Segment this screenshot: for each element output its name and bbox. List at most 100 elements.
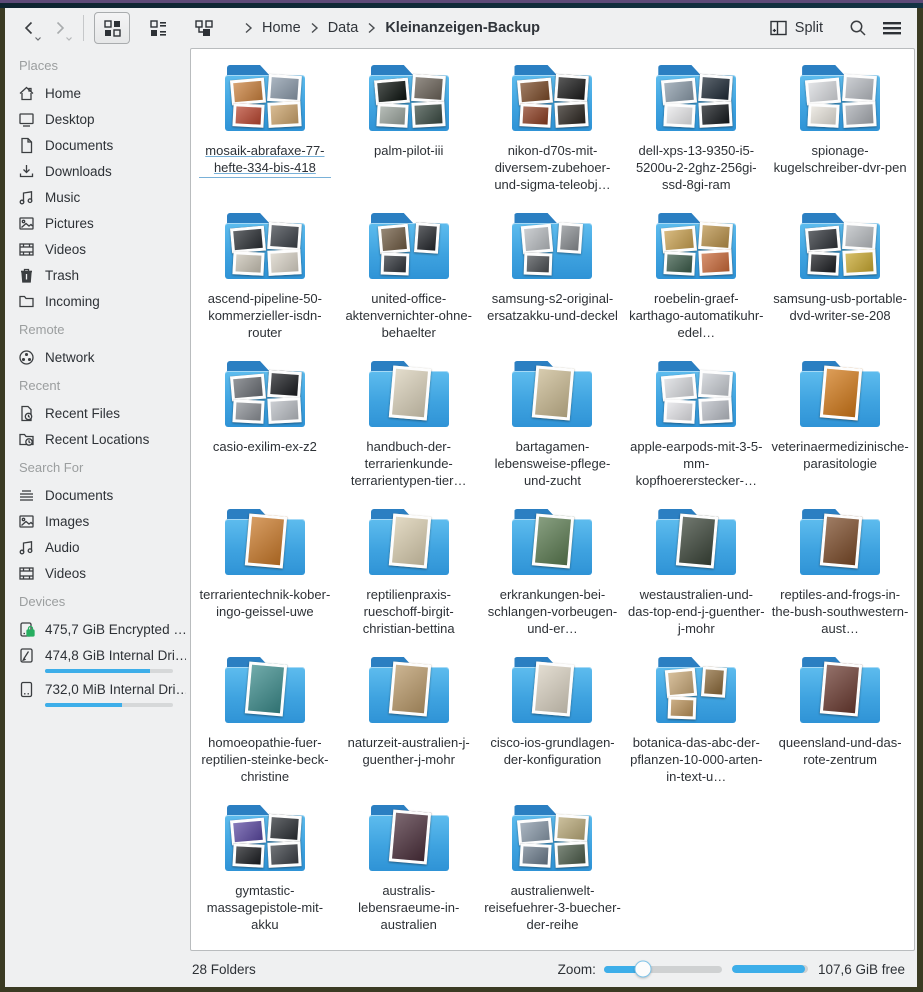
- sidebar-item-474-8-gib-internal-dri[interactable]: 474,8 GiB Internal Dri…: [17, 642, 186, 668]
- folder-item-gymtastic-massagepistole-mit-akku[interactable]: gymtastic-massagepistole-mit-akku: [193, 801, 337, 949]
- folder-item-cisco-ios-grundlagen-der-konfiguration[interactable]: cisco-ios-grundlagen-der-konfiguration: [481, 653, 625, 801]
- zoom-slider[interactable]: [604, 966, 722, 973]
- folder-preview-thumbnail: [267, 814, 302, 843]
- folder-item-spionage-kugelschreiber-dvr-pen[interactable]: spionage-kugelschreiber-dvr-pen: [768, 61, 912, 209]
- folder-icon: [508, 801, 596, 879]
- folder-icon: [652, 61, 740, 139]
- sidebar-item-pictures[interactable]: Pictures: [17, 210, 186, 236]
- sidebar-item-documents[interactable]: Documents: [17, 132, 186, 158]
- folder-item-queensland-und-das-rote-zentrum[interactable]: queensland-und-das-rote-zentrum: [768, 653, 912, 801]
- sidebar-item-732-0-mib-internal-dri[interactable]: 732,0 MiB Internal Dri…: [17, 676, 186, 702]
- folder-item-palm-pilot-iii[interactable]: palm-pilot-iii: [337, 61, 481, 209]
- folder-item-bartagamen-lebensweise-pflege-und-zucht[interactable]: bartagamen-lebensweise-pflege-und-zucht: [481, 357, 625, 505]
- folder-item-casio-exilim-ex-z2[interactable]: casio-exilim-ex-z2: [193, 357, 337, 505]
- folder-icon: [652, 653, 740, 731]
- folder-item-ascend-pipeline-50-kommerzieller-isdn-router[interactable]: ascend-pipeline-50-kommerzieller-isdn-ro…: [193, 209, 337, 357]
- sidebar-item-475-7-gib-encrypted[interactable]: 475,7 GiB Encrypted …: [17, 616, 186, 642]
- folder-item-botanica-das-abc-der-pflanzen-10-000-arten-in-text-u[interactable]: botanica-das-abc-der-pflanzen-10-000-art…: [624, 653, 768, 801]
- breadcrumb-data[interactable]: Data: [328, 20, 359, 36]
- tree-view-button[interactable]: [186, 12, 222, 44]
- folder-preview-thumbnail: [520, 103, 552, 128]
- folder-item-samsung-usb-portable-dvd-writer-se-208[interactable]: samsung-usb-portable-dvd-writer-se-208: [768, 209, 912, 357]
- folder-item-naturzeit-australien-j-guenther-j-mohr[interactable]: naturzeit-australien-j-guenther-j-mohr: [337, 653, 481, 801]
- folder-item-nikon-d70s-mit-diversem-zubehoer-und-sigma-teleobj[interactable]: nikon-d70s-mit-diversem-zubehoer-und-sig…: [481, 61, 625, 209]
- sidebar-item-audio[interactable]: Audio: [17, 534, 186, 560]
- folder-item-veterinaermedizinische-parasitologie[interactable]: veterinaermedizinische-parasitologie: [768, 357, 912, 505]
- folder-icon: [796, 505, 884, 583]
- folder-icon: [221, 209, 309, 287]
- folder-item-dell-xps-13-9350-i5-5200u-2-2ghz-256gi-ssd-8gi-ram[interactable]: dell-xps-13-9350-i5-5200u-2-2ghz-256gi-s…: [624, 61, 768, 209]
- chevron-right-icon: [310, 22, 319, 34]
- zoom-label: Zoom:: [558, 962, 596, 977]
- sidebar-item-label: Pictures: [45, 216, 94, 231]
- folder-item-westaustralien-und-das-top-end-j-guenther-j-mohr[interactable]: westaustralien-und-das-top-end-j-guenthe…: [624, 505, 768, 653]
- split-button[interactable]: Split: [770, 20, 823, 36]
- folder-preview-thumbnail: [820, 365, 862, 420]
- folder-item-handbuch-der-terrarienkunde-terrarientypen-tier[interactable]: handbuch-der-terrarienkunde-terrarientyp…: [337, 357, 481, 505]
- details-view-button[interactable]: [140, 12, 176, 44]
- folder-preview-thumbnail: [267, 841, 301, 868]
- folder-name: botanica-das-abc-der-pflanzen-10-000-art…: [627, 734, 765, 785]
- folder-preview-thumbnail: [820, 661, 862, 716]
- sidebar-item-videos[interactable]: Videos: [17, 236, 186, 262]
- sidebar-item-label: Desktop: [45, 112, 95, 127]
- search-button[interactable]: [843, 13, 873, 43]
- folder-item-australienwelt-reisefuehrer-3-buecher-der-reihe[interactable]: australienwelt-reisefuehrer-3-buecher-de…: [481, 801, 625, 949]
- folder-preview-thumbnail: [842, 222, 877, 251]
- folder-item-mosaik-abrafaxe-77-hefte-334-bis-418[interactable]: mosaik-abrafaxe-77-hefte-334-bis-418: [193, 61, 337, 209]
- sidebar-item-incoming[interactable]: Incoming: [17, 288, 186, 314]
- sidebar-item-music[interactable]: Music: [17, 184, 186, 210]
- icons-view-icon: [104, 20, 121, 37]
- sidebar-item-label: Incoming: [45, 294, 100, 309]
- folder-item-australis-lebensraeume-in-australien[interactable]: australis-lebensraeume-in-australien: [337, 801, 481, 949]
- folder-preview-thumbnail: [414, 222, 440, 254]
- folder-item-apple-earpods-mit-3-5-mm-kopfhoererstecker[interactable]: apple-earpods-mit-3-5-mm-kopfhoerersteck…: [624, 357, 768, 505]
- folders-count: 28 Folders: [192, 962, 256, 977]
- forward-button[interactable]: [46, 14, 73, 42]
- sidebar-item-trash[interactable]: Trash: [17, 262, 186, 288]
- folder-icon: [508, 653, 596, 731]
- folder-item-reptiles-and-frogs-in-the-bush-southwestern-aust[interactable]: reptiles-and-frogs-in-the-bush-southwest…: [768, 505, 912, 653]
- folder-preview-thumbnail: [555, 841, 589, 868]
- folder-preview-thumbnail: [267, 249, 301, 276]
- film-icon: [17, 564, 35, 582]
- document-icon: [17, 136, 35, 154]
- folder-item-samsung-s2-original-ersatzakku-und-deckel[interactable]: samsung-s2-original-ersatzakku-und-decke…: [481, 209, 625, 357]
- sidebar-item-videos[interactable]: Videos: [17, 560, 186, 586]
- breadcrumb-current-folder[interactable]: Kleinanzeigen-Backup: [385, 20, 540, 36]
- folder-item-homoeopathie-fuer-reptilien-steinke-beck-christine[interactable]: homoeopathie-fuer-reptilien-steinke-beck…: [193, 653, 337, 801]
- folder-preview-thumbnail: [376, 103, 408, 128]
- network-icon: [17, 348, 35, 366]
- home-icon: [17, 84, 35, 102]
- sidebar-item-network[interactable]: Network: [17, 344, 186, 370]
- folder-item-reptilienpraxis-rueschoff-birgit-christian-bettina[interactable]: reptilienpraxis-rueschoff-birgit-christi…: [337, 505, 481, 653]
- folder-preview-thumbnail: [520, 843, 552, 868]
- sidebar-item-downloads[interactable]: Downloads: [17, 158, 186, 184]
- breadcrumb-home[interactable]: Home: [262, 20, 301, 36]
- folder-icon: [221, 801, 309, 879]
- folder-preview-thumbnail: [668, 697, 697, 720]
- folder-grid: mosaik-abrafaxe-77-hefte-334-bis-418palm…: [193, 61, 912, 949]
- icons-view-button[interactable]: [94, 12, 130, 44]
- sidebar-item-recent-locations[interactable]: Recent Locations: [17, 426, 186, 452]
- sidebar-item-documents[interactable]: Documents: [17, 482, 186, 508]
- folder-item-terrarientechnik-kober-ingo-geissel-uwe[interactable]: terrarientechnik-kober-ingo-geissel-uwe: [193, 505, 337, 653]
- folder-preview-thumbnail: [388, 365, 430, 420]
- sidebar-item-home[interactable]: Home: [17, 80, 186, 106]
- sidebar-item-desktop[interactable]: Desktop: [17, 106, 186, 132]
- sidebar-item-label: Trash: [45, 268, 79, 283]
- back-button[interactable]: [15, 14, 42, 42]
- folder-item-united-office-aktenvernichter-ohne-behaelter[interactable]: united-office-aktenvernichter-ohne-behae…: [337, 209, 481, 357]
- folder-item-erkrankungen-bei-schlangen-vorbeugen-und-er[interactable]: erkrankungen-bei-schlangen-vorbeugen-und…: [481, 505, 625, 653]
- folder-name: samsung-s2-original-ersatzakku-und-decke…: [484, 290, 622, 324]
- sidebar-item-recent-files[interactable]: Recent Files: [17, 400, 186, 426]
- folder-name: reptilienpraxis-rueschoff-birgit-christi…: [340, 586, 478, 637]
- folder-item-roebelin-graef-karthago-automatikuhr-edel[interactable]: roebelin-graef-karthago-automatikuhr-ede…: [624, 209, 768, 357]
- folder-name: casio-exilim-ex-z2: [213, 438, 317, 455]
- folder-preview-thumbnail: [820, 513, 862, 568]
- sidebar-item-images[interactable]: Images: [17, 508, 186, 534]
- view-column: mosaik-abrafaxe-77-hefte-334-bis-418palm…: [190, 48, 917, 987]
- zoom-slider-handle[interactable]: [634, 961, 651, 978]
- folder-name: australienwelt-reisefuehrer-3-buecher-de…: [484, 882, 622, 933]
- menu-button[interactable]: [877, 13, 907, 43]
